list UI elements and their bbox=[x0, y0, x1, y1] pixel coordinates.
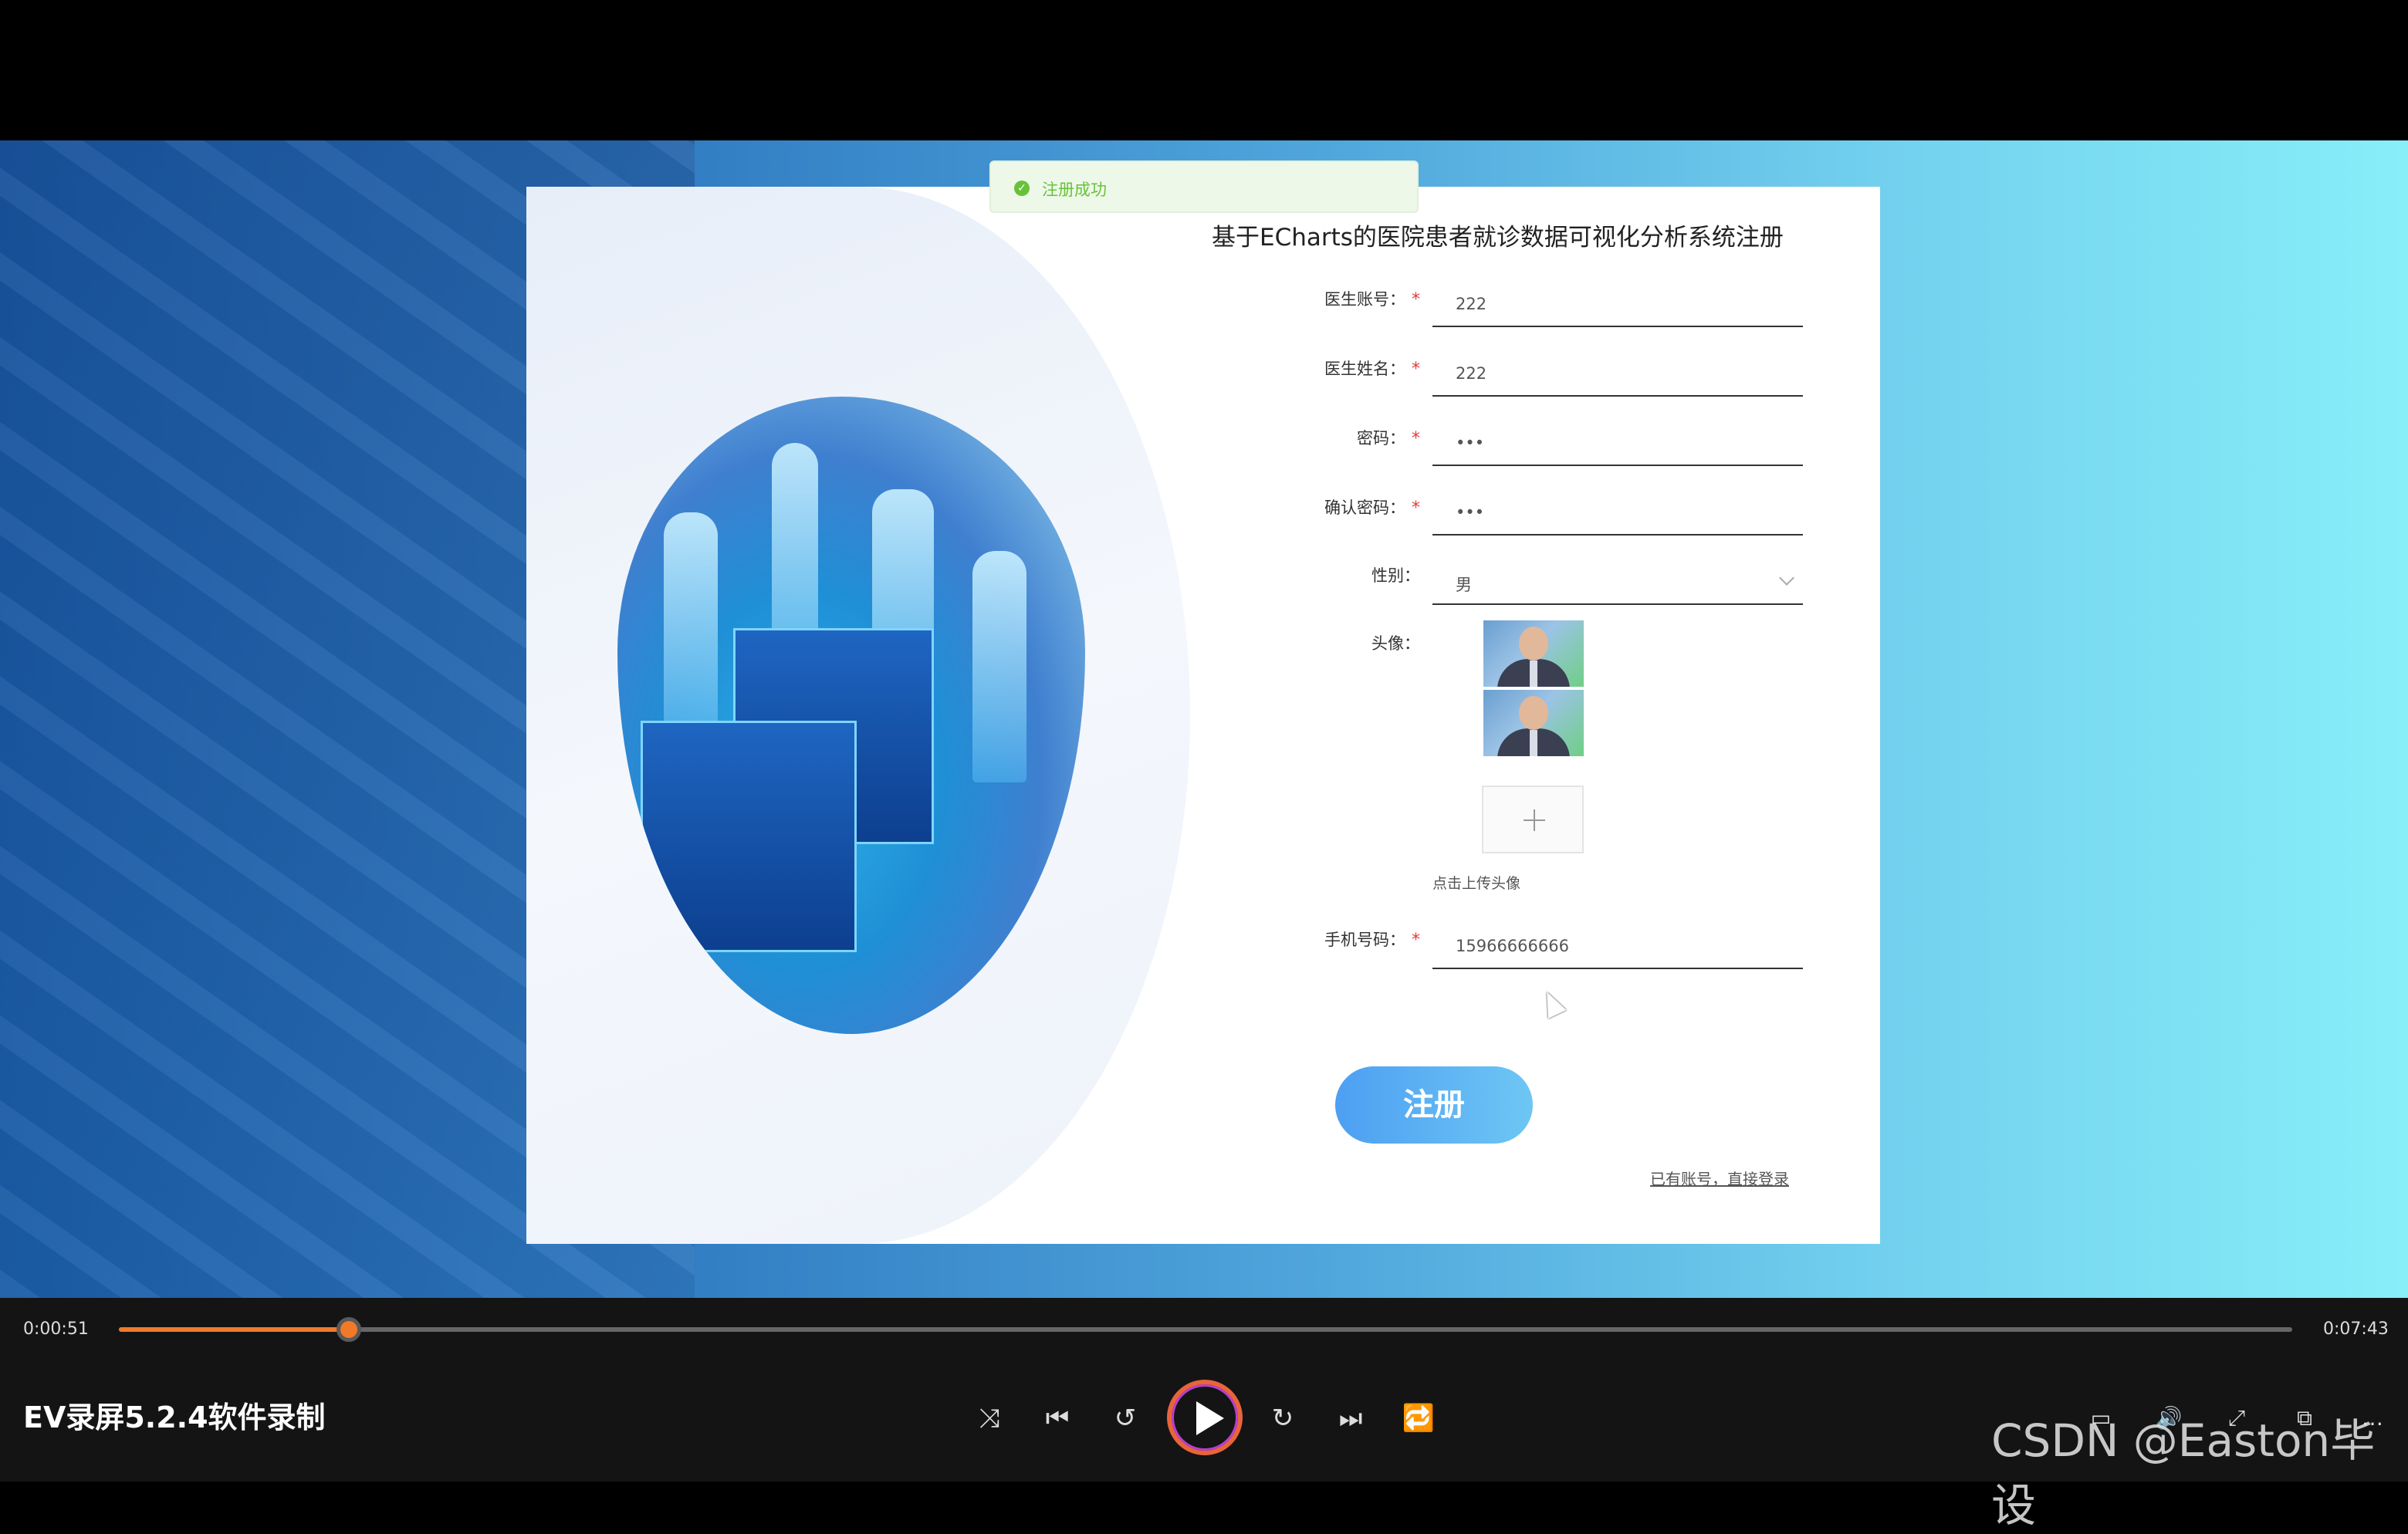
progress-fill bbox=[119, 1327, 350, 1332]
account-label: 医生账号： * bbox=[1324, 290, 1420, 309]
phone-input[interactable]: 15966666666 bbox=[1432, 923, 1803, 969]
password-input[interactable]: ••• bbox=[1432, 420, 1803, 466]
register-button[interactable]: 注册 bbox=[1335, 1066, 1533, 1144]
name-label: 医生姓名： * bbox=[1324, 360, 1420, 379]
progress-handle[interactable] bbox=[337, 1317, 362, 1342]
page-title: 基于ECharts的医院患者就诊数据可视化分析系统注册 bbox=[1212, 224, 1784, 252]
avatar-image bbox=[1483, 690, 1584, 756]
account-input[interactable]: 222 bbox=[1432, 281, 1803, 327]
avatar-label: 头像： bbox=[1371, 634, 1420, 653]
repeat-icon[interactable]: 🔁 bbox=[1402, 1401, 1436, 1435]
progress-slider[interactable] bbox=[119, 1317, 2292, 1342]
confirm-password-label: 确认密码： * bbox=[1324, 498, 1420, 518]
total-time: 0:07:43 bbox=[2323, 1319, 2389, 1339]
avatar-upload-button[interactable] bbox=[1482, 786, 1584, 853]
app-name: EV录屏5.2.4软件录制 bbox=[23, 1401, 326, 1434]
success-toast: ✓ 注册成功 bbox=[989, 160, 1419, 213]
watermark: CSDN @Easton毕设 bbox=[1991, 1414, 2376, 1532]
rewind-10-icon[interactable]: ↺ bbox=[1108, 1401, 1142, 1435]
avatar-image bbox=[1483, 620, 1584, 687]
play-button[interactable] bbox=[1167, 1380, 1243, 1455]
confirm-password-input[interactable]: ••• bbox=[1432, 489, 1803, 536]
check-circle-icon: ✓ bbox=[1014, 181, 1030, 196]
gender-label: 性别： bbox=[1371, 566, 1420, 585]
current-time: 0:00:51 bbox=[23, 1319, 89, 1339]
next-icon[interactable]: ⏭ bbox=[1334, 1401, 1368, 1435]
shuffle-icon[interactable]: ⤨ bbox=[972, 1401, 1006, 1435]
forward-30-icon[interactable]: ↻ bbox=[1266, 1401, 1300, 1435]
phone-label: 手机号码： * bbox=[1324, 931, 1420, 950]
gender-select[interactable]: 男 bbox=[1432, 559, 1803, 605]
play-icon bbox=[1196, 1401, 1224, 1435]
chevron-down-icon bbox=[1779, 570, 1794, 586]
login-link[interactable]: 已有账号，直接登录 bbox=[1650, 1167, 1789, 1189]
password-label: 密码： * bbox=[1357, 429, 1420, 448]
upload-hint: 点击上传头像 bbox=[1432, 875, 1521, 892]
register-card: 基于ECharts的医院患者就诊数据可视化分析系统注册 bbox=[526, 187, 1880, 1244]
previous-icon[interactable]: ⏮ bbox=[1040, 1401, 1074, 1435]
name-input[interactable]: 222 bbox=[1432, 350, 1803, 397]
letterbox-top bbox=[0, 0, 2408, 140]
